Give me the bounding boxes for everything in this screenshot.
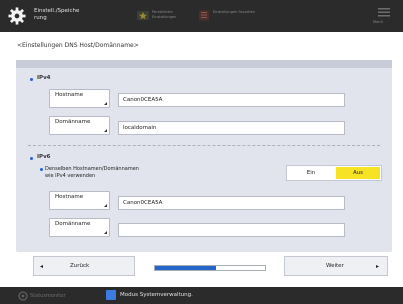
toggle-on-button[interactable]: Ein: [289, 168, 333, 178]
gear-icon: [8, 7, 26, 25]
ipv4-domain-button[interactable]: Domänname: [49, 116, 110, 135]
corner-triangle-icon: [104, 231, 107, 234]
ipv4-hostname-field[interactable]: Canon0CEA5A: [118, 93, 345, 107]
same-name-bullet: [40, 168, 43, 171]
panel-top-strip: [16, 60, 392, 68]
arrow-right-icon: ▸: [375, 263, 379, 270]
arrow-left-icon: ◂: [40, 263, 44, 270]
next-button[interactable]: Weiter ▸: [284, 256, 388, 276]
personal-settings-button[interactable]: Persönliche Einstellungen: [137, 9, 197, 23]
bookmark-icon: [199, 10, 209, 21]
toggle-off-button[interactable]: Aus: [336, 167, 380, 179]
ipv6-label: IPv6: [37, 154, 51, 160]
app-title: Einstell./Speiche rung: [34, 8, 80, 21]
ipv4-hostname-button[interactable]: Hostname: [49, 89, 110, 108]
ipv6-bullet: [30, 157, 33, 160]
section-divider: [28, 145, 380, 146]
ipv6-domain-field[interactable]: [118, 223, 345, 237]
system-management-icon: [106, 290, 116, 300]
corner-triangle-icon: [104, 102, 107, 105]
ipv4-bullet: [30, 78, 33, 81]
ipv6-domain-button[interactable]: Domänname: [49, 218, 110, 237]
ipv6-hostname-field[interactable]: Canon0CEA5A: [118, 196, 345, 210]
ipv4-label: IPv4: [37, 75, 51, 81]
breadcrumb: <Einstellungen DNS Host/Domänname>: [17, 42, 139, 49]
same-name-label: Denselben Hostnamen/Domännamen wie IPv4 …: [45, 166, 139, 179]
corner-triangle-icon: [104, 204, 107, 207]
progress-bar: [154, 265, 266, 271]
menu-button[interactable]: Menü: [372, 6, 396, 26]
star-icon: [137, 11, 149, 20]
favorite-settings-button[interactable]: Einstellungen Favoriten: [198, 9, 260, 23]
corner-triangle-icon: [104, 129, 107, 132]
ipv4-domain-field[interactable]: localdomain: [118, 121, 345, 135]
status-message: Modus Systemverwaltung.: [120, 292, 193, 298]
status-monitor-icon: [18, 291, 28, 301]
back-button[interactable]: ◂ Zurück: [33, 256, 135, 276]
progress-fill: [155, 266, 216, 270]
ipv6-hostname-button[interactable]: Hostname: [49, 191, 110, 210]
menu-icon: [378, 8, 390, 17]
status-monitor-label[interactable]: Statusmonitor: [30, 293, 66, 299]
